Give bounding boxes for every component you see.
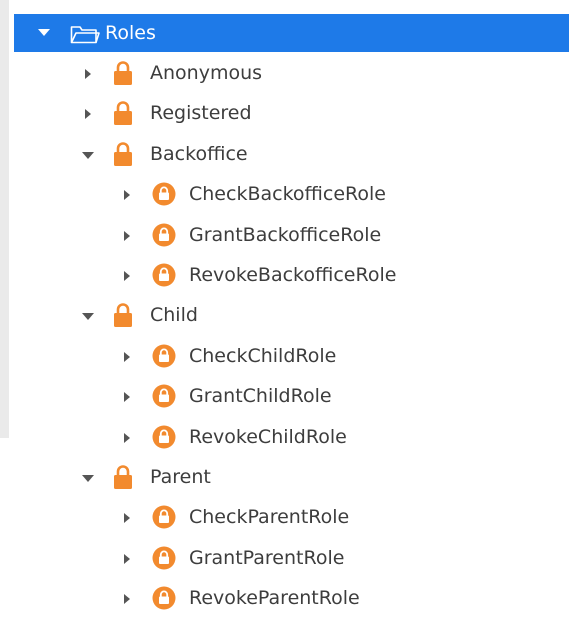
tree-item-label: CheckParentRole	[189, 506, 350, 529]
lock-action-icon	[152, 586, 176, 614]
tree-item-label: Anonymous	[150, 62, 263, 84]
tree-item-registered[interactable]: Registered	[0, 94, 569, 134]
tree-item-revokebackofficerole[interactable]: RevokeBackofficeRole	[0, 256, 569, 296]
chevron-right-icon[interactable]	[124, 190, 130, 201]
chevron-right-icon[interactable]	[85, 69, 91, 79]
tree-item-label: GrantBackofficeRole	[189, 223, 382, 246]
lock-action-icon	[152, 384, 176, 412]
tree-item-label: CheckChildRole	[189, 344, 337, 367]
chevron-down-icon[interactable]	[82, 313, 94, 321]
chevron-right-icon[interactable]	[124, 594, 130, 605]
lock-icon	[113, 141, 133, 171]
tree-item-checkbackofficerole[interactable]: CheckBackofficeRole	[0, 175, 569, 215]
lock-action-icon	[152, 505, 176, 533]
lock-action-icon	[152, 223, 176, 251]
chevron-right-icon[interactable]	[124, 351, 130, 362]
lock-icon	[113, 100, 133, 130]
chevron-down-icon[interactable]	[38, 29, 50, 36]
tree-item-label: RevokeParentRole	[189, 587, 360, 610]
chevron-right-icon[interactable]	[124, 513, 130, 524]
tree-item-label: RevokeChildRole	[189, 425, 347, 448]
tree-item-label: GrantChildRole	[189, 385, 332, 408]
tree-item-anonymous[interactable]: Anonymous	[0, 54, 569, 94]
tree-item-checkparentrole[interactable]: CheckParentRole	[0, 498, 569, 538]
lock-action-icon	[152, 546, 176, 574]
tree-item-revokechildrole[interactable]: RevokeChildRole	[0, 418, 569, 458]
chevron-right-icon[interactable]	[85, 109, 91, 120]
tree-item-checkchildrole[interactable]: CheckChildRole	[0, 337, 569, 377]
tree-item-label: Registered	[150, 102, 252, 125]
lock-action-icon	[152, 263, 176, 291]
tree-item-revokeparentrole[interactable]: RevokeParentRole	[0, 579, 569, 619]
lock-icon	[113, 464, 133, 494]
tree-item-label: CheckBackofficeRole	[189, 183, 386, 206]
chevron-down-icon[interactable]	[82, 151, 94, 159]
tree-item-child[interactable]: Child	[0, 296, 569, 336]
tree-item-grantchildrole[interactable]: GrantChildRole	[0, 377, 569, 417]
chevron-right-icon[interactable]	[124, 271, 130, 281]
tree-item-backoffice[interactable]: Backoffice	[0, 135, 569, 175]
chevron-right-icon[interactable]	[124, 432, 130, 443]
tree-item-grantbackofficerole[interactable]: GrantBackofficeRole	[0, 216, 569, 256]
tree-item-label: GrantParentRole	[189, 546, 345, 569]
tree-root-label: Roles	[105, 22, 156, 44]
lock-action-icon	[152, 344, 176, 372]
chevron-right-icon[interactable]	[124, 553, 130, 564]
tree-item-label: RevokeBackofficeRole	[189, 264, 397, 286]
chevron-down-icon[interactable]	[82, 475, 94, 482]
tree-item-grantparentrole[interactable]: GrantParentRole	[0, 539, 569, 579]
chevron-right-icon[interactable]	[124, 230, 130, 241]
tree-item-label: Parent	[150, 466, 211, 488]
lock-icon	[113, 302, 133, 332]
lock-icon	[113, 60, 133, 90]
lock-action-icon	[152, 425, 176, 453]
chevron-right-icon[interactable]	[124, 392, 130, 403]
tree-root-roles[interactable]: Roles	[14, 14, 569, 52]
tree-item-label: Child	[150, 304, 198, 327]
folder-icon	[70, 23, 100, 45]
tree-item-label: Backoffice	[150, 142, 248, 165]
lock-action-icon	[152, 182, 176, 210]
tree-item-parent[interactable]: Parent	[0, 458, 569, 498]
